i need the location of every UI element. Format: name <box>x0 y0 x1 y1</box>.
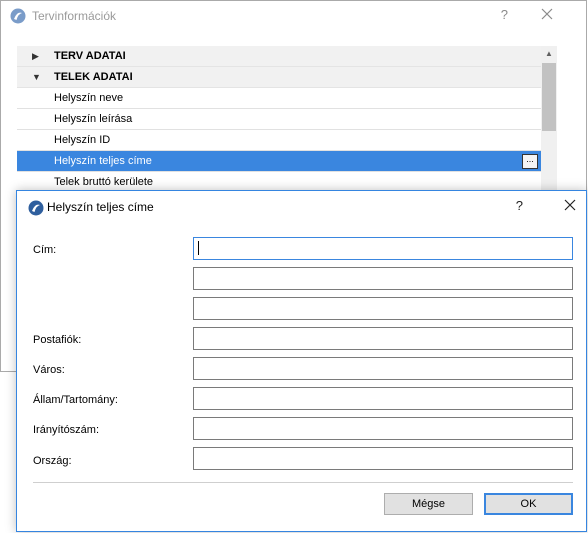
project-info-title: Tervinformációk <box>32 9 117 23</box>
tree-item-helyszin-neve[interactable]: Helyszín neve <box>17 88 541 109</box>
address-line3-field[interactable] <box>193 297 573 320</box>
postal-code-field[interactable] <box>193 417 573 440</box>
address-line1-field[interactable] <box>193 237 573 260</box>
dialog-separator <box>33 482 573 483</box>
tree-item-label: Helyszín teljes címe <box>54 155 152 167</box>
tree-item-helyszin-teljes-cime[interactable]: Helyszín teljes címe ... <box>17 151 541 172</box>
collapse-arrow-icon[interactable]: ▼ <box>32 67 41 88</box>
scroll-up-icon[interactable]: ▲ <box>541 46 557 62</box>
tree-scrollbar[interactable]: ▲ <box>541 46 557 192</box>
tree-group-label: TELEK ADATAI <box>54 71 133 83</box>
expand-arrow-icon[interactable]: ▶ <box>32 46 39 67</box>
address-label: Cím: <box>33 244 57 256</box>
full-address-dialog: Helyszín teljes címe ? Cím: Postafiók: V… <box>16 190 587 532</box>
ellipsis-button[interactable]: ... <box>522 154 538 169</box>
archicad-app-icon <box>28 200 44 216</box>
city-field[interactable] <box>193 357 573 380</box>
postal-code-label: Irányítószám: <box>33 424 100 436</box>
scroll-thumb[interactable] <box>542 63 556 131</box>
tree-item-helyszin-leirasa[interactable]: Helyszín leírása <box>17 109 541 130</box>
tree-group-telek-adatai[interactable]: ▼ TELEK ADATAI <box>17 67 541 88</box>
tree-group-terv-adatai[interactable]: ▶ TERV ADATAI <box>17 46 541 67</box>
tree-item-label: Helyszín neve <box>54 92 124 104</box>
address-line2-field[interactable] <box>193 267 573 290</box>
help-icon[interactable]: ? <box>516 198 523 213</box>
help-icon[interactable]: ? <box>501 7 508 22</box>
tree-item-label: Helyszín ID <box>54 134 111 146</box>
state-field[interactable] <box>193 387 573 410</box>
tree-item-helyszin-id[interactable]: Helyszín ID <box>17 130 541 151</box>
text-caret <box>198 241 199 255</box>
project-info-titlebar: Tervinformációk ? <box>1 1 586 32</box>
cancel-button[interactable]: Mégse <box>384 493 473 515</box>
state-label: Állam/Tartomány: <box>33 394 118 406</box>
tree-group-label: TERV ADATAI <box>54 50 126 62</box>
tree-item-label: Helyszín leírása <box>54 113 133 125</box>
archicad-app-icon <box>10 8 26 24</box>
country-field[interactable] <box>193 447 573 470</box>
po-box-label: Postafiók: <box>33 334 82 346</box>
close-icon[interactable] <box>539 6 555 22</box>
po-box-field[interactable] <box>193 327 573 350</box>
country-label: Ország: <box>33 455 72 467</box>
project-info-tree: ▶ TERV ADATAI ▼ TELEK ADATAI Helyszín ne… <box>17 46 541 193</box>
close-icon[interactable] <box>562 197 578 213</box>
city-label: Város: <box>33 364 65 376</box>
dialog-titlebar: Helyszín teljes címe ? <box>17 191 586 223</box>
ok-button[interactable]: OK <box>484 493 573 515</box>
dialog-title: Helyszín teljes címe <box>47 200 154 214</box>
